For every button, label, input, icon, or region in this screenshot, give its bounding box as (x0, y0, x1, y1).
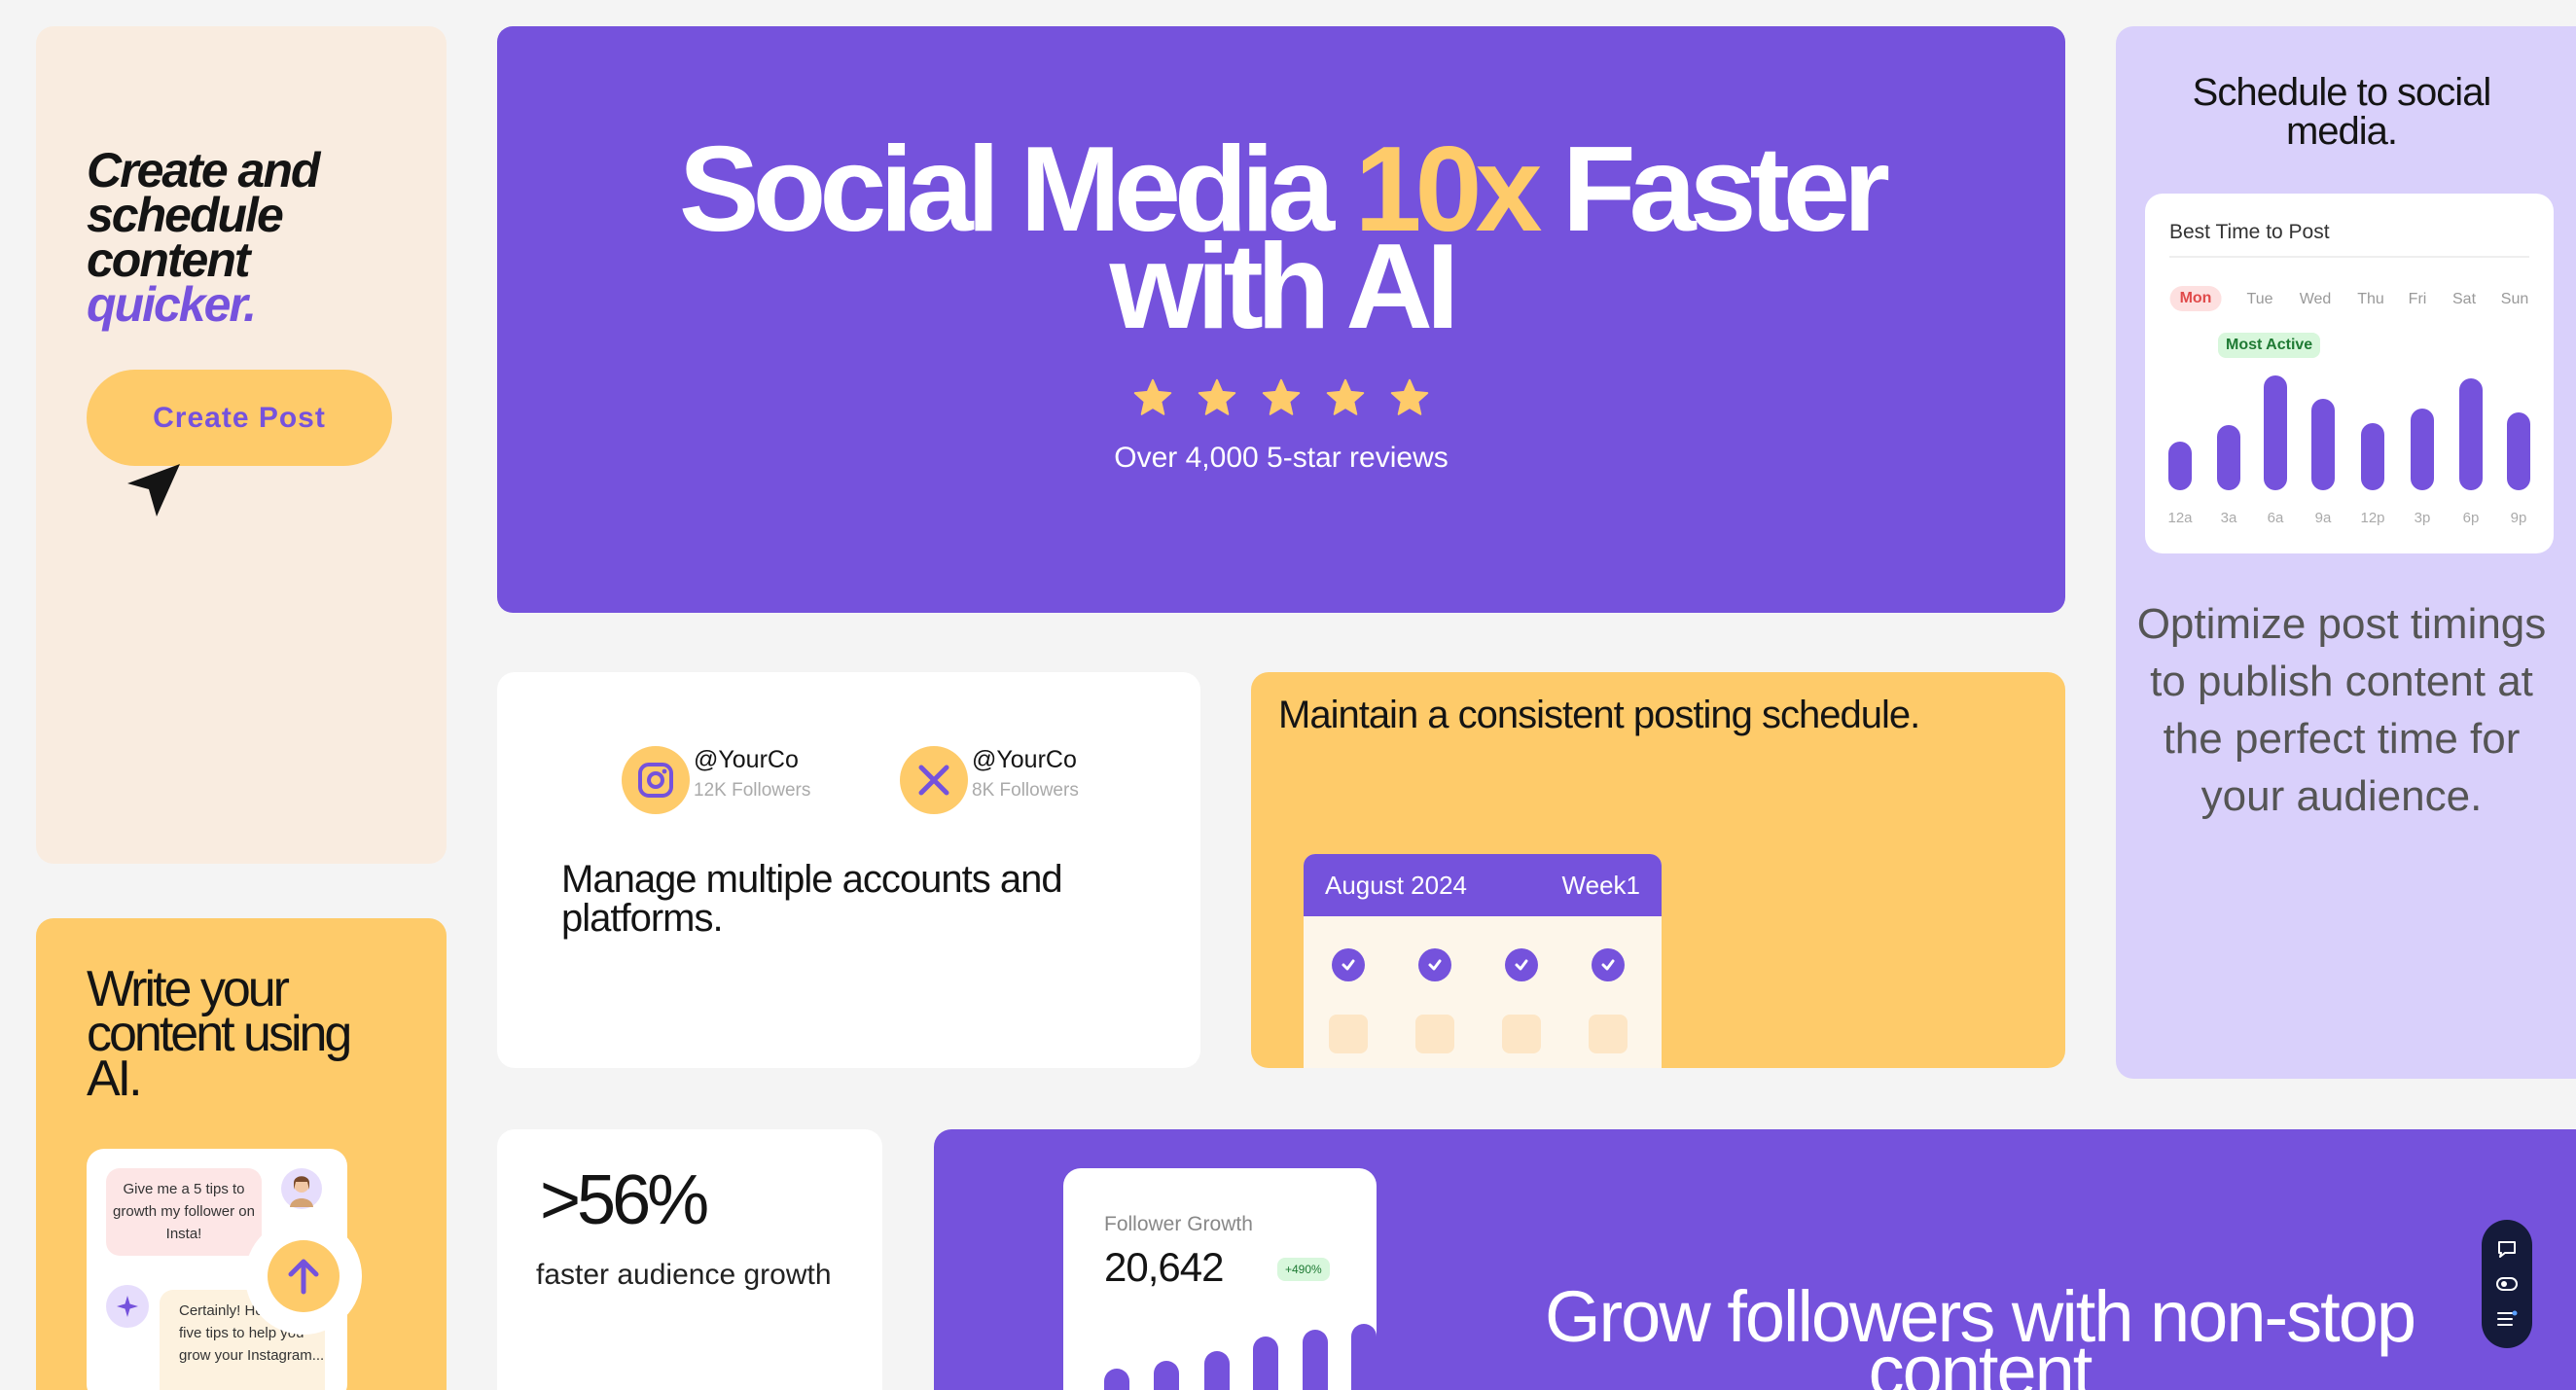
growth-bar (1303, 1330, 1328, 1390)
activity-bar (2411, 408, 2434, 490)
stat-value: >56% (540, 1161, 709, 1239)
grow-card: Follower Growth 20,642 +490% Grow follow… (934, 1129, 2576, 1390)
write-card-title: Write your content using AI. (87, 961, 352, 1107)
activity-bar (2168, 441, 2192, 490)
check-icon (1505, 948, 1538, 981)
best-time-title: Best Time to Post (2169, 221, 2330, 243)
activity-bar (2507, 411, 2530, 490)
stat-label: faster audience growth (536, 1259, 832, 1291)
x-icon (900, 746, 968, 814)
cursor-icon (127, 464, 180, 517)
posting-card: Maintain a consistent posting schedule. … (1251, 672, 2065, 1068)
growth-bar (1104, 1369, 1129, 1390)
account-handle: @YourCo (972, 746, 1077, 773)
star-icon (1198, 378, 1236, 415)
star-icon (1390, 378, 1429, 415)
calendar-slot[interactable] (1415, 1015, 1454, 1053)
day-thu[interactable]: Thu (2357, 291, 2384, 308)
rating-stars (497, 376, 2065, 419)
accounts-card: @YourCo 12K Followers @YourCo 8K Followe… (497, 672, 1200, 1068)
day-wed[interactable]: Wed (2300, 291, 2332, 308)
send-button[interactable] (245, 1218, 362, 1335)
time-label: 6p (2462, 510, 2480, 526)
follower-growth-panel: Follower Growth 20,642 +490% (1063, 1168, 1377, 1390)
arrow-up-icon (268, 1240, 340, 1312)
growth-bar (1204, 1351, 1230, 1390)
posting-card-title: Maintain a consistent posting schedule. (1278, 694, 1920, 736)
most-active-badge: Most Active (2218, 333, 2321, 358)
calendar-slot[interactable] (1502, 1015, 1541, 1053)
day-sat[interactable]: Sat (2452, 291, 2476, 308)
growth-badge: +490% (1277, 1258, 1330, 1281)
activity-bar (2361, 422, 2384, 490)
avatar (281, 1168, 322, 1209)
time-label: 12p (2360, 510, 2385, 526)
star-icon (1133, 378, 1172, 415)
calendar-slot[interactable] (1329, 1015, 1368, 1053)
time-label: 12a (2167, 510, 2193, 526)
account-x[interactable]: @YourCo 8K Followers (900, 746, 1079, 814)
star-icon (1262, 378, 1301, 415)
growth-bar (1154, 1361, 1179, 1390)
calendar-month: August 2024 (1325, 870, 1468, 900)
activity-bar (2264, 375, 2287, 490)
grow-title: Grow followers with non-stop content (1544, 1276, 2416, 1390)
day-mon[interactable]: Mon (2169, 286, 2222, 311)
stat-card: >56% faster audience growth (497, 1129, 882, 1390)
star-icon (1326, 378, 1365, 415)
day-sun[interactable]: Sun (2501, 291, 2528, 308)
write-card: Write your content using AI. Give me a 5… (36, 918, 447, 1390)
create-post-button[interactable]: Create Post (87, 370, 392, 466)
follower-growth-title: Follower Growth (1104, 1213, 1253, 1235)
time-label: 6a (2267, 510, 2284, 526)
accounts-text: Manage multiple accounts and platforms. (561, 858, 1063, 940)
check-icon (1418, 948, 1451, 981)
calendar-widget: August 2024 Week1 (1304, 854, 1662, 1068)
growth-bar (1253, 1337, 1278, 1390)
ai-sparkle-icon (106, 1285, 149, 1328)
hero-banner: Social Media 10x Faster with AI Over 4,0… (497, 26, 2065, 613)
calendar-header: August 2024 Week1 (1304, 854, 1662, 916)
account-followers: 8K Followers (972, 780, 1079, 801)
activity-bar (2217, 425, 2240, 490)
hero-title: Social Media 10x Faster with AI (678, 123, 1890, 354)
account-followers: 12K Followers (694, 780, 811, 801)
schedule-card-title: Schedule to social media. (2192, 71, 2492, 153)
floating-widget (2482, 1220, 2532, 1348)
menu-icon[interactable] (2495, 1307, 2519, 1331)
check-icon (1332, 948, 1365, 981)
time-label: 9p (2510, 510, 2527, 526)
account-instagram[interactable]: @YourCo 12K Followers (622, 746, 810, 814)
time-label: 3p (2414, 510, 2431, 526)
best-time-panel: Best Time to Post Most Active Mon Tue Wed T… (2145, 194, 2554, 553)
toggle-icon[interactable] (2495, 1272, 2519, 1296)
reviews-text: Over 4,000 5-star reviews (1114, 442, 1449, 474)
chat-icon[interactable] (2495, 1237, 2519, 1261)
divider (2169, 256, 2529, 258)
day-tue[interactable]: Tue (2247, 291, 2273, 308)
time-label: 3a (2220, 510, 2237, 526)
user-message: Give me a 5 tips to growth my follower o… (106, 1168, 262, 1256)
growth-bar (1351, 1324, 1377, 1390)
activity-bar (2311, 399, 2335, 490)
schedule-card: Schedule to social media. Best Time to P… (2116, 26, 2576, 1079)
schedule-description: Optimize post timings to publish content… (2136, 600, 2547, 820)
time-label: 9a (2314, 510, 2332, 526)
follower-count: 20,642 (1104, 1244, 1224, 1290)
instagram-icon (622, 746, 690, 814)
calendar-slot[interactable] (1589, 1015, 1628, 1053)
create-card-heading: Create and schedule content quicker. (87, 143, 320, 332)
calendar-week: Week1 (1561, 870, 1640, 900)
day-fri[interactable]: Fri (2409, 291, 2427, 308)
activity-bar (2459, 377, 2483, 490)
create-card: Create and schedule content quicker. Cre… (36, 26, 447, 864)
check-icon (1592, 948, 1625, 981)
account-handle: @YourCo (694, 746, 799, 773)
